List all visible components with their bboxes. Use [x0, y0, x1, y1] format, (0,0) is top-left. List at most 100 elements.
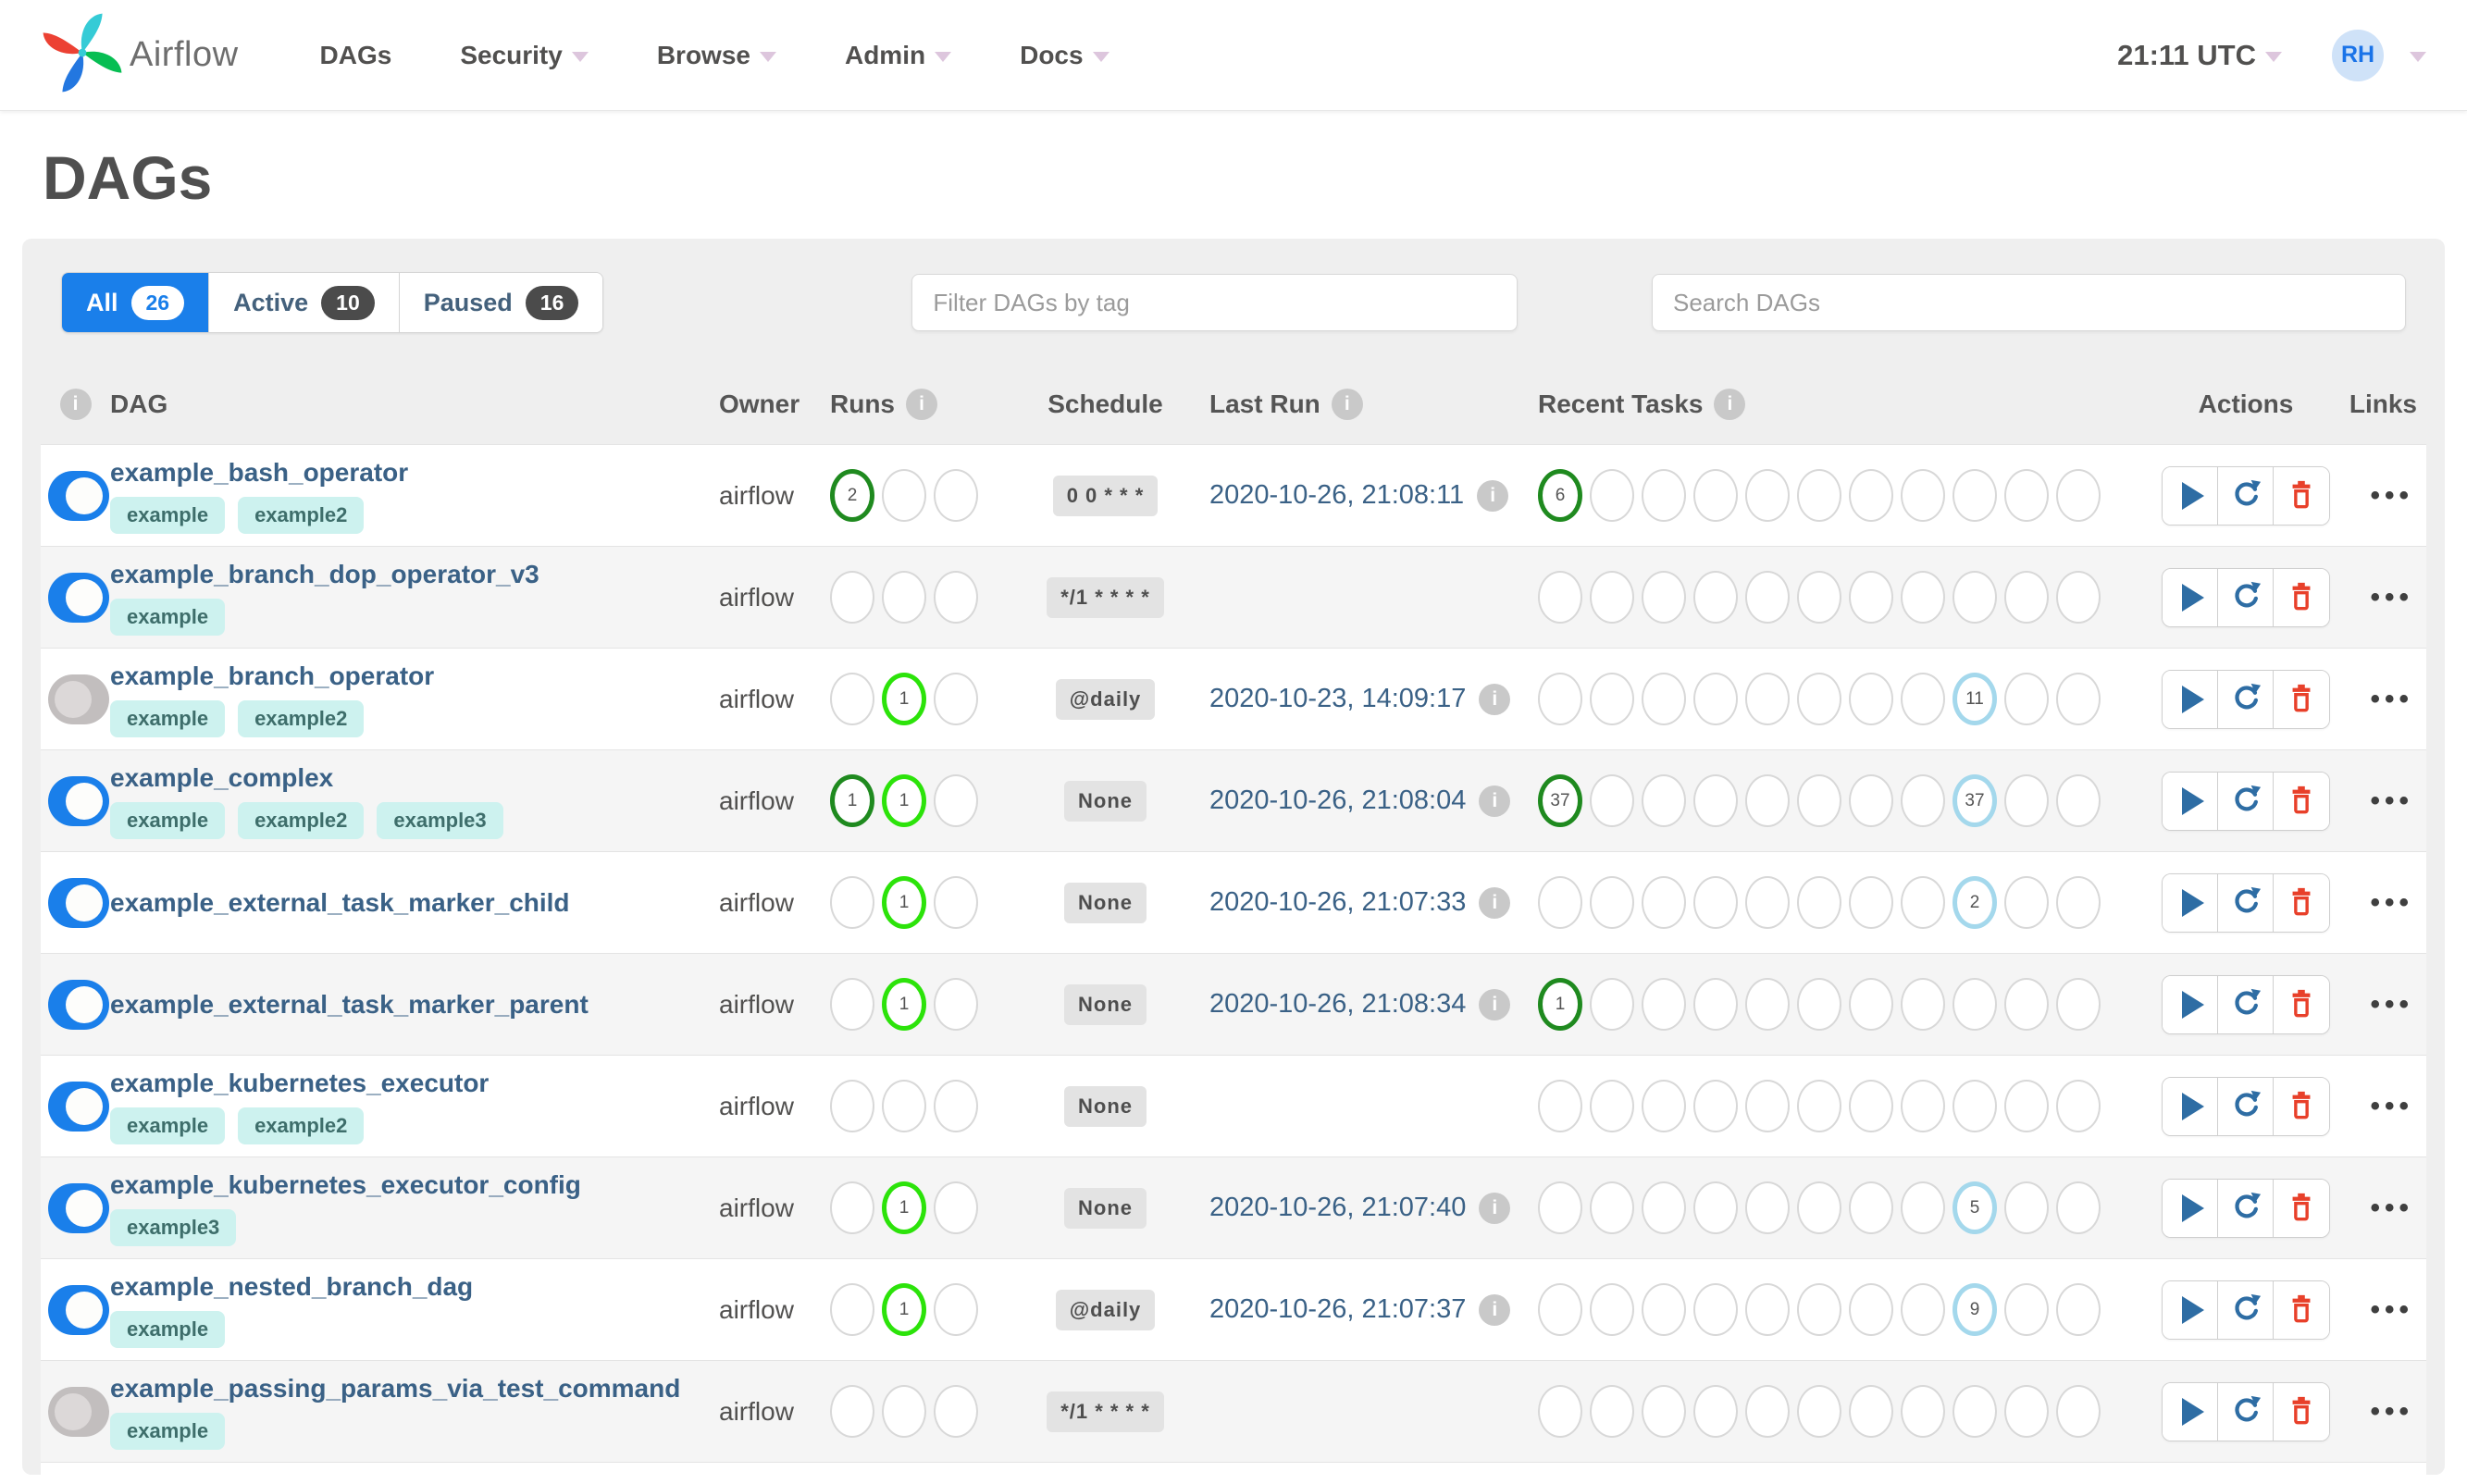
timezone-selector[interactable]: 21:11 UTC — [2117, 39, 2282, 72]
dag-pause-toggle[interactable] — [48, 877, 109, 928]
dag-tag[interactable]: example2 — [238, 1107, 365, 1144]
task-status-circle[interactable] — [1538, 1181, 1582, 1234]
task-status-circle[interactable] — [1849, 571, 1893, 624]
dag-tag[interactable]: example3 — [377, 801, 503, 839]
links-menu[interactable]: ••• — [2370, 480, 2413, 512]
run-status-circle[interactable] — [882, 1385, 926, 1438]
run-status-circle[interactable] — [830, 876, 874, 929]
nav-item-admin[interactable]: Admin — [845, 41, 952, 70]
task-status-circle[interactable] — [1590, 978, 1634, 1031]
task-status-circle[interactable] — [1797, 876, 1841, 929]
task-status-circle[interactable] — [1901, 774, 1945, 827]
task-status-circle[interactable] — [1590, 571, 1634, 624]
task-status-circle[interactable] — [1901, 1283, 1945, 1336]
task-status-circle[interactable] — [1797, 774, 1841, 827]
dag-tag[interactable]: example — [110, 496, 226, 534]
dag-pause-toggle[interactable] — [48, 1182, 109, 1233]
dag-tag[interactable]: example3 — [110, 1208, 237, 1246]
dag-tag[interactable]: example — [110, 699, 226, 737]
delete-dag-button[interactable] — [2274, 568, 2329, 626]
run-status-circle[interactable] — [934, 673, 978, 725]
task-status-circle[interactable] — [1953, 571, 1997, 624]
avatar[interactable]: RH — [2332, 29, 2384, 81]
delete-dag-button[interactable] — [2274, 1077, 2329, 1135]
task-status-circle[interactable] — [1953, 978, 1997, 1031]
trigger-dag-button[interactable] — [2163, 670, 2218, 728]
task-status-circle[interactable] — [1745, 978, 1790, 1031]
task-status-circle[interactable] — [1797, 571, 1841, 624]
trigger-dag-button[interactable] — [2163, 1077, 2218, 1135]
dag-pause-toggle[interactable] — [48, 674, 109, 724]
dag-pause-toggle[interactable] — [48, 979, 109, 1030]
task-status-circle[interactable] — [1901, 1385, 1945, 1438]
col-owner[interactable]: Owner — [719, 390, 830, 419]
delete-dag-button[interactable] — [2274, 772, 2329, 830]
tab-paused[interactable]: Paused 16 — [399, 273, 603, 332]
dag-tag[interactable]: example — [110, 1107, 226, 1144]
run-status-circle[interactable]: 1 — [882, 673, 926, 725]
dag-link[interactable]: example_kubernetes_executor_config — [110, 1170, 581, 1200]
trigger-dag-button[interactable] — [2163, 1382, 2218, 1441]
task-status-circle[interactable] — [1642, 1181, 1686, 1234]
run-status-circle[interactable]: 1 — [882, 978, 926, 1031]
task-status-circle[interactable] — [1745, 1283, 1790, 1336]
dag-search-input[interactable] — [1652, 274, 2406, 331]
dag-tag[interactable]: example — [110, 598, 226, 636]
info-icon[interactable]: i — [1714, 389, 1746, 420]
task-status-circle[interactable] — [1642, 1385, 1686, 1438]
run-status-circle[interactable] — [830, 978, 874, 1031]
task-status-circle[interactable] — [2004, 876, 2049, 929]
delete-dag-button[interactable] — [2274, 1280, 2329, 1339]
dag-pause-toggle[interactable] — [48, 470, 109, 521]
task-status-circle[interactable] — [1590, 1283, 1634, 1336]
links-menu[interactable]: ••• — [2370, 785, 2413, 817]
task-status-circle[interactable] — [2004, 1283, 2049, 1336]
task-status-circle[interactable] — [1953, 469, 1997, 522]
task-status-circle[interactable] — [1590, 876, 1634, 929]
task-status-circle[interactable] — [1642, 774, 1686, 827]
info-icon[interactable]: i — [1331, 389, 1363, 420]
task-status-circle[interactable]: 9 — [1953, 1283, 1997, 1336]
last-run-link[interactable]: 2020-10-23, 14:09:17 — [1209, 684, 1466, 714]
links-menu[interactable]: ••• — [2370, 1294, 2413, 1326]
delete-dag-button[interactable] — [2274, 466, 2329, 525]
task-status-circle[interactable] — [1693, 571, 1738, 624]
task-status-circle[interactable] — [1849, 1080, 1893, 1132]
task-status-circle[interactable] — [1953, 1385, 1997, 1438]
task-status-circle[interactable] — [1745, 1385, 1790, 1438]
task-status-circle[interactable] — [1642, 469, 1686, 522]
trigger-dag-button[interactable] — [2163, 772, 2218, 830]
task-status-circle[interactable] — [1642, 876, 1686, 929]
links-menu[interactable]: ••• — [2370, 684, 2413, 715]
task-status-circle[interactable] — [2004, 571, 2049, 624]
task-status-circle[interactable]: 2 — [1953, 876, 1997, 929]
task-status-circle[interactable] — [1693, 876, 1738, 929]
nav-item-docs[interactable]: Docs — [1020, 41, 1110, 70]
task-status-circle[interactable] — [1901, 1181, 1945, 1234]
links-menu[interactable]: ••• — [2370, 1396, 2413, 1428]
delete-dag-button[interactable] — [2274, 1382, 2329, 1441]
task-status-circle[interactable] — [2004, 1080, 2049, 1132]
task-status-circle[interactable] — [2004, 1181, 2049, 1234]
task-status-circle[interactable] — [1693, 673, 1738, 725]
dag-link[interactable]: example_kubernetes_executor — [110, 1069, 489, 1098]
links-menu[interactable]: ••• — [2370, 1193, 2413, 1224]
dag-link[interactable]: example_branch_operator — [110, 662, 434, 691]
delete-dag-button[interactable] — [2274, 670, 2329, 728]
task-status-circle[interactable] — [1849, 1181, 1893, 1234]
run-status-circle[interactable]: 1 — [830, 774, 874, 827]
task-status-circle[interactable]: 6 — [1538, 469, 1582, 522]
dag-tag[interactable]: example — [110, 1412, 226, 1450]
run-status-circle[interactable] — [934, 1283, 978, 1336]
task-status-circle[interactable] — [1849, 1385, 1893, 1438]
task-status-circle[interactable] — [1590, 1385, 1634, 1438]
task-status-circle[interactable] — [2004, 1385, 2049, 1438]
trigger-dag-button[interactable] — [2163, 1179, 2218, 1237]
task-status-circle[interactable] — [1642, 571, 1686, 624]
dag-pause-toggle[interactable] — [48, 1284, 109, 1335]
airflow-brand[interactable]: Airflow — [41, 11, 239, 99]
nav-item-browse[interactable]: Browse — [657, 41, 776, 70]
task-status-circle[interactable] — [1538, 1385, 1582, 1438]
task-status-circle[interactable] — [1849, 673, 1893, 725]
run-status-circle[interactable]: 1 — [882, 774, 926, 827]
